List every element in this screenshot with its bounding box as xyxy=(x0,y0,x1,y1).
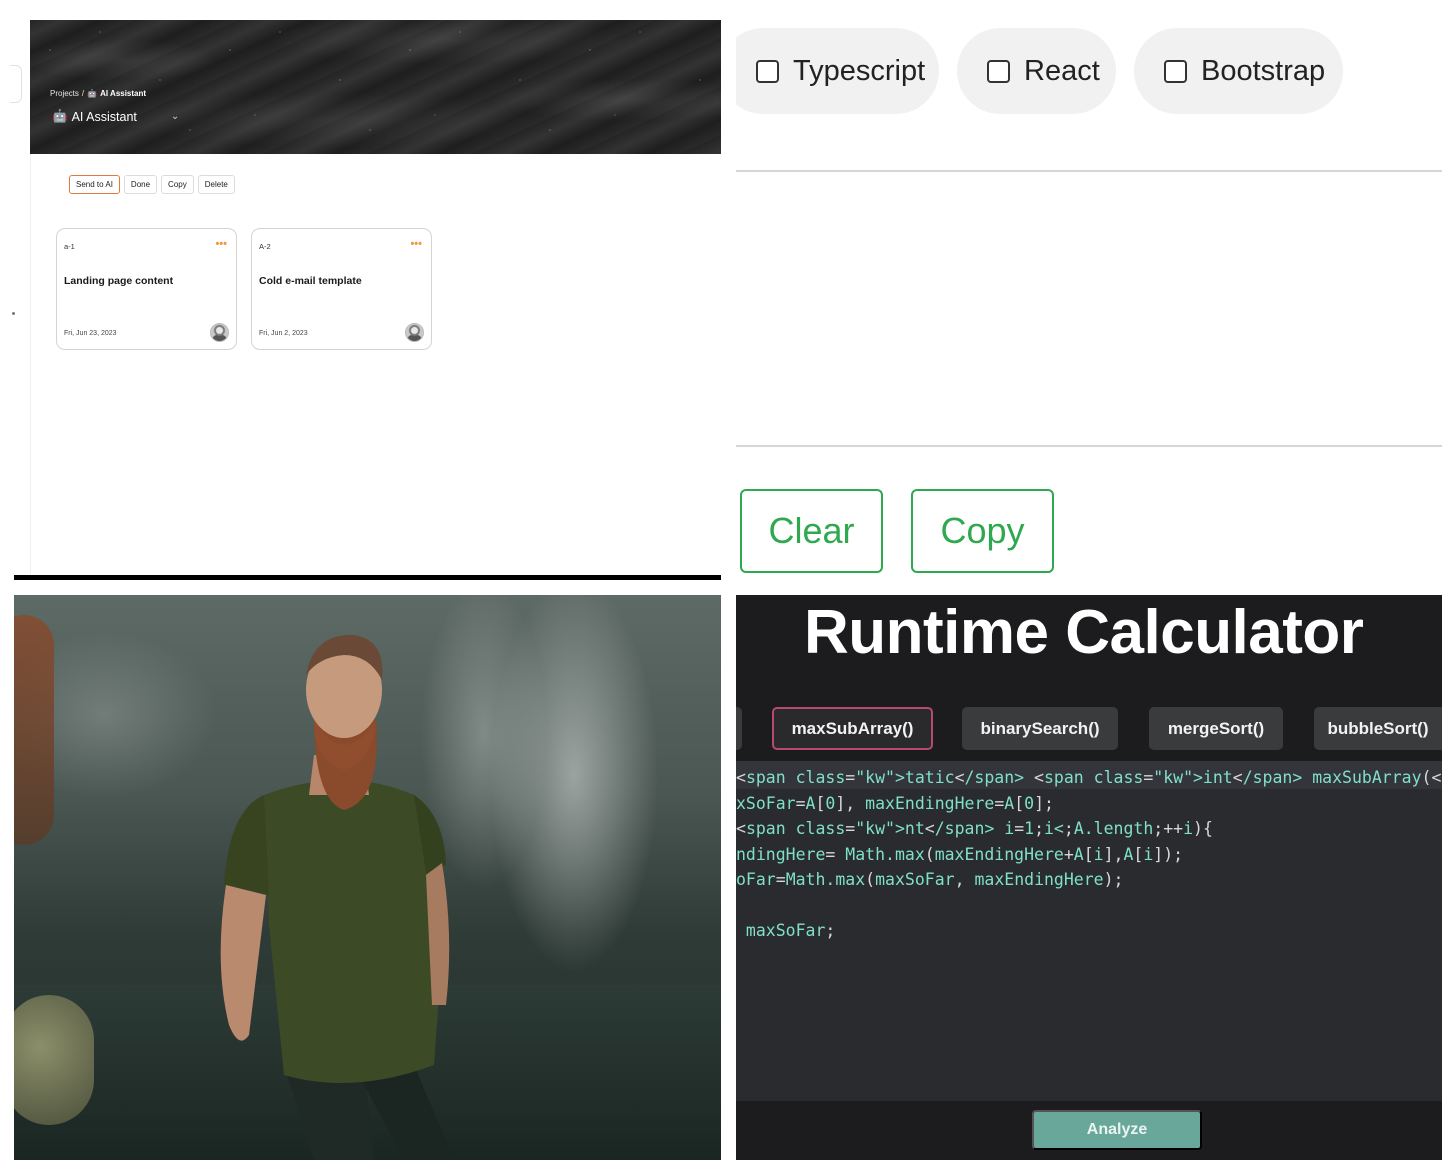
copy-button[interactable]: Copy xyxy=(161,175,194,194)
collapsed-sidebar-handle[interactable] xyxy=(10,65,22,103)
photo-man-figure xyxy=(220,634,454,1160)
avatar xyxy=(405,323,424,342)
code-line: ndingHere= Math.max(maxEndingHere+A[i],A… xyxy=(736,844,1184,864)
algorithm-tabs: maxSubArray() binarySearch() mergeSort()… xyxy=(736,707,1442,752)
card-date: Fri, Jun 2, 2023 xyxy=(259,330,308,337)
done-button[interactable]: Done xyxy=(123,175,158,194)
tag-label: Bootstrap xyxy=(1201,54,1326,87)
code-line: <span class="kw">tatic</span> <span clas… xyxy=(736,768,1442,787)
checkbox-icon[interactable] xyxy=(1164,59,1187,83)
card-title: Cold e-mail template xyxy=(259,275,362,287)
card-id: A-2 xyxy=(259,242,271,251)
more-options-icon[interactable]: ••• xyxy=(215,238,227,250)
breadcrumb: Projects / 🤖 AI Assistant xyxy=(50,89,146,98)
output-text-area[interactable] xyxy=(736,172,1442,445)
tab-maxsubarray[interactable]: maxSubArray() xyxy=(772,707,933,750)
card-id: a-1 xyxy=(64,242,75,251)
tab-mergesort[interactable]: mergeSort() xyxy=(1149,707,1283,750)
chevron-down-icon: ⌄ xyxy=(170,111,180,122)
project-cover-banner: Projects / 🤖 AI Assistant 🤖 AI Assistant… xyxy=(30,20,721,154)
code-editor[interactable]: <span class="kw">tatic</span> <span clas… xyxy=(736,761,1442,1101)
breadcrumb-separator: / xyxy=(81,89,85,98)
runtime-calculator-panel: Runtime Calculator maxSubArray() binaryS… xyxy=(736,595,1442,1160)
code-line: oFar=Math.max(maxSoFar, maxEndingHere); xyxy=(736,870,1124,889)
send-to-ai-button[interactable]: Send to AI xyxy=(69,175,120,194)
card-title: Landing page content xyxy=(64,275,174,287)
tag-chip-react[interactable]: React xyxy=(957,28,1116,114)
code-line: maxSoFar; xyxy=(736,921,836,940)
tab-binarysearch[interactable]: binarySearch() xyxy=(962,707,1118,750)
text-area-bottom-border xyxy=(736,445,1442,447)
tag-label: React xyxy=(1024,54,1100,87)
tag-label: Typescript xyxy=(793,54,926,87)
more-options-icon[interactable]: ••• xyxy=(410,238,422,250)
robot-icon: 🤖 xyxy=(52,109,68,123)
project-title: AI Assistant xyxy=(71,109,137,124)
checkbox-icon[interactable] xyxy=(987,59,1010,83)
task-card[interactable]: A-2 ••• Cold e-mail template Fri, Jun 2,… xyxy=(251,228,432,350)
sidebar-dot xyxy=(12,312,15,315)
project-board-panel: Projects / 🤖 AI Assistant 🤖 AI Assistant… xyxy=(10,20,721,580)
code-line: <span class="kw">nt</span> i=1;i<;A.leng… xyxy=(736,819,1213,838)
card-date: Fri, Jun 23, 2023 xyxy=(64,330,117,337)
tab-offscreen[interactable] xyxy=(736,707,742,750)
tag-selector-panel: Typescript React Bootstrap Clear Copy xyxy=(736,20,1442,580)
page-title: Runtime Calculator xyxy=(804,598,1364,667)
code-line: xSoFar=A[0], maxEndingHere=A[0]; xyxy=(736,793,1054,813)
card-toolbar: Send to AI Done Copy Delete xyxy=(69,175,235,194)
tag-chip-typescript[interactable]: Typescript xyxy=(736,28,939,114)
copy-output-button[interactable]: Copy xyxy=(911,489,1054,573)
project-title-dropdown[interactable]: 🤖 AI Assistant ⌄ xyxy=(52,109,179,124)
checkbox-icon[interactable] xyxy=(756,59,779,83)
tag-chip-bootstrap[interactable]: Bootstrap xyxy=(1134,28,1343,114)
analyze-button[interactable]: Analyze xyxy=(1032,1110,1202,1150)
breadcrumb-projects-link[interactable]: Projects xyxy=(50,89,79,98)
avatar xyxy=(210,323,229,342)
panel-divider xyxy=(14,575,721,580)
code-content[interactable]: <span class="kw">tatic</span> <span clas… xyxy=(736,765,1442,944)
task-card[interactable]: a-1 ••• Landing page content Fri, Jun 23… xyxy=(56,228,237,350)
banner-texture xyxy=(30,20,721,154)
hero-photo xyxy=(14,595,721,1160)
robot-icon: 🤖 xyxy=(87,89,98,98)
breadcrumb-current: AI Assistant xyxy=(100,89,147,98)
clear-button[interactable]: Clear xyxy=(740,489,883,573)
tab-bubblesort[interactable]: bubbleSort() xyxy=(1314,707,1442,750)
delete-button[interactable]: Delete xyxy=(197,175,235,194)
